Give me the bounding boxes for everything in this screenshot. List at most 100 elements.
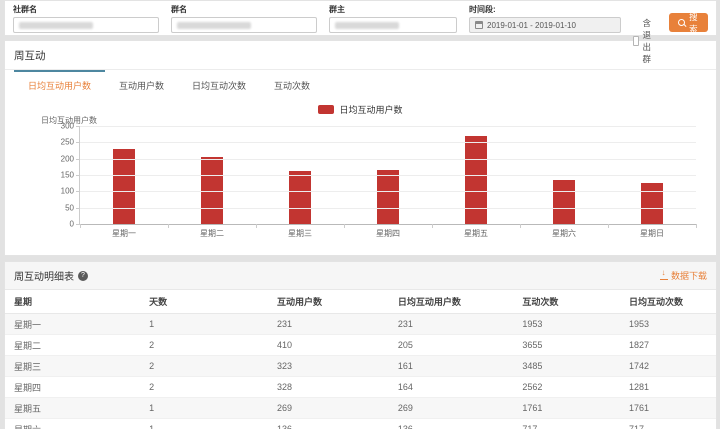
y-tick-mark bbox=[76, 208, 80, 209]
table-cell: 410 bbox=[268, 335, 389, 356]
filter-field: 群名 bbox=[171, 4, 317, 33]
gridline bbox=[80, 175, 696, 176]
x-tick-label: 星期日 bbox=[608, 228, 696, 239]
search-button[interactable]: 搜索 bbox=[669, 13, 708, 32]
table-cell: 1761 bbox=[513, 398, 620, 419]
table-cell: 231 bbox=[389, 314, 513, 335]
x-tick-mark bbox=[520, 224, 521, 228]
filter-field-input[interactable] bbox=[13, 17, 159, 33]
table-row: 星期三232316134851742 bbox=[5, 356, 716, 377]
weekly-interaction-panel: 周互动 日均互动用户数互动用户数日均互动次数互动次数 日均互动用户数 日均互动用… bbox=[4, 40, 717, 256]
data-download-link[interactable]: 数据下载 bbox=[660, 269, 707, 282]
y-tick-mark bbox=[76, 159, 80, 160]
table-cell: 205 bbox=[389, 335, 513, 356]
legend-swatch bbox=[318, 105, 334, 114]
filter-field-label: 群主 bbox=[329, 4, 457, 15]
tab-日均互动次数[interactable]: 日均互动次数 bbox=[178, 70, 260, 97]
x-tick-label: 星期六 bbox=[520, 228, 608, 239]
include-exited-label: 含退出群 bbox=[643, 17, 658, 65]
gridline bbox=[80, 126, 696, 127]
table-cell: 717 bbox=[513, 419, 620, 429]
y-tick-mark bbox=[76, 191, 80, 192]
x-tick-label: 星期四 bbox=[344, 228, 432, 239]
x-tick-label: 星期二 bbox=[168, 228, 256, 239]
table-cell: 1 bbox=[140, 419, 268, 429]
table-cell: 161 bbox=[389, 356, 513, 377]
filter-bar: 社群名群名群主 时间段: 2019-01-01 - 2019-01-10 含退出… bbox=[4, 0, 717, 36]
table-cell: 323 bbox=[268, 356, 389, 377]
tab-日均互动用户数[interactable]: 日均互动用户数 bbox=[14, 70, 105, 97]
bar-chart: 日均互动用户数 星期一星期二星期三星期四星期五星期六星期日 0501001502… bbox=[15, 115, 706, 241]
bar-星期五[interactable] bbox=[465, 136, 487, 224]
x-tick-label: 星期五 bbox=[432, 228, 520, 239]
table-cell: 星期二 bbox=[5, 335, 140, 356]
table-cell: 星期五 bbox=[5, 398, 140, 419]
bar-星期日[interactable] bbox=[641, 183, 663, 224]
table-cell: 1 bbox=[140, 398, 268, 419]
table-title: 周互动明细表 bbox=[14, 268, 74, 283]
table-cell: 星期四 bbox=[5, 377, 140, 398]
table-cell: 269 bbox=[268, 398, 389, 419]
time-range-label: 时间段: bbox=[469, 4, 621, 15]
y-tick-mark bbox=[76, 175, 80, 176]
data-download-label: 数据下载 bbox=[671, 269, 707, 282]
bar-星期三[interactable] bbox=[289, 171, 311, 224]
table-cell: 136 bbox=[268, 419, 389, 429]
table-cell: 1761 bbox=[620, 398, 716, 419]
filter-field-label: 社群名 bbox=[13, 4, 159, 15]
gridline bbox=[80, 208, 696, 209]
include-exited-group: 含退出群 bbox=[633, 17, 657, 65]
weekly-detail-table-panel: 周互动明细表 ? 数据下载 星期天数互动用户数日均互动用户数互动次数日均互动次数… bbox=[4, 261, 717, 429]
calendar-icon bbox=[475, 21, 483, 29]
table-cell: 2 bbox=[140, 356, 268, 377]
table-row: 星期六1136136717717 bbox=[5, 419, 716, 429]
download-icon bbox=[660, 271, 668, 280]
x-tick-mark bbox=[80, 224, 81, 228]
table-cell: 1953 bbox=[513, 314, 620, 335]
x-axis-labels: 星期一星期二星期三星期四星期五星期六星期日 bbox=[80, 224, 696, 239]
table-row: 星期五126926917611761 bbox=[5, 398, 716, 419]
y-tick-mark bbox=[76, 126, 80, 127]
table-title-row: 周互动明细表 ? 数据下载 bbox=[5, 262, 716, 290]
x-tick-label: 星期一 bbox=[80, 228, 168, 239]
filter-field: 群主 bbox=[329, 4, 457, 33]
table-cell: 136 bbox=[389, 419, 513, 429]
y-tick-label: 150 bbox=[48, 171, 74, 180]
table-cell: 164 bbox=[389, 377, 513, 398]
x-tick-label: 星期三 bbox=[256, 228, 344, 239]
table-cell: 1742 bbox=[620, 356, 716, 377]
filter-field-input[interactable] bbox=[171, 17, 317, 33]
table-cell: 2562 bbox=[513, 377, 620, 398]
table-cell: 1281 bbox=[620, 377, 716, 398]
table-cell: 星期六 bbox=[5, 419, 140, 429]
weekly-detail-table: 星期天数互动用户数日均互动用户数互动次数日均互动次数 星期一1231231195… bbox=[5, 290, 716, 429]
table-cell: 星期三 bbox=[5, 356, 140, 377]
bar-星期一[interactable] bbox=[113, 149, 135, 224]
tab-互动用户数[interactable]: 互动用户数 bbox=[105, 70, 178, 97]
y-tick-label: 300 bbox=[48, 122, 74, 131]
date-range-value: 2019-01-01 - 2019-01-10 bbox=[487, 21, 576, 30]
tab-互动次数[interactable]: 互动次数 bbox=[260, 70, 324, 97]
column-header: 日均互动用户数 bbox=[389, 290, 513, 314]
bar-星期四[interactable] bbox=[377, 170, 399, 224]
x-tick-mark bbox=[432, 224, 433, 228]
chart-plot-area: 星期一星期二星期三星期四星期五星期六星期日 050100150200250300 bbox=[79, 126, 696, 225]
table-cell: 1 bbox=[140, 314, 268, 335]
x-tick-mark bbox=[344, 224, 345, 228]
include-exited-checkbox[interactable] bbox=[633, 36, 639, 46]
obscured-value bbox=[177, 22, 251, 29]
obscured-value bbox=[335, 22, 399, 29]
date-range-picker[interactable]: 2019-01-01 - 2019-01-10 bbox=[469, 17, 621, 33]
filter-field-input[interactable] bbox=[329, 17, 457, 33]
y-tick-label: 250 bbox=[48, 138, 74, 147]
x-tick-mark bbox=[608, 224, 609, 228]
weekly-panel-title: 周互动 bbox=[5, 41, 716, 70]
question-circle-icon[interactable]: ? bbox=[78, 271, 88, 281]
table-row: 星期二241020536551827 bbox=[5, 335, 716, 356]
gridline bbox=[80, 191, 696, 192]
gridline bbox=[80, 159, 696, 160]
bar-星期六[interactable] bbox=[553, 180, 575, 224]
table-row: 星期四232816425621281 bbox=[5, 377, 716, 398]
time-range-field: 时间段: 2019-01-01 - 2019-01-10 bbox=[469, 4, 621, 33]
y-tick-mark bbox=[76, 142, 80, 143]
